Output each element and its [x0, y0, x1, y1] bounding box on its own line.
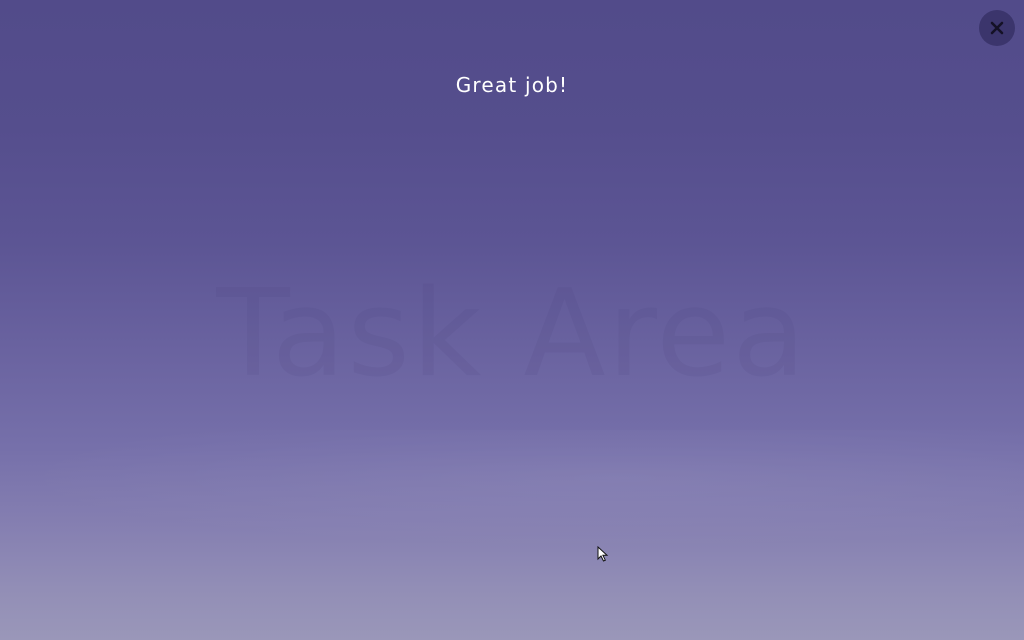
task-area-watermark: Task Area [216, 265, 808, 404]
completion-screen: Task Area Great job! [0, 0, 1024, 640]
mouse-pointer-icon [597, 545, 609, 562]
background-haze [0, 430, 1024, 550]
success-message: Great job! [455, 73, 569, 97]
close-button[interactable] [979, 10, 1015, 46]
close-icon [989, 20, 1005, 36]
